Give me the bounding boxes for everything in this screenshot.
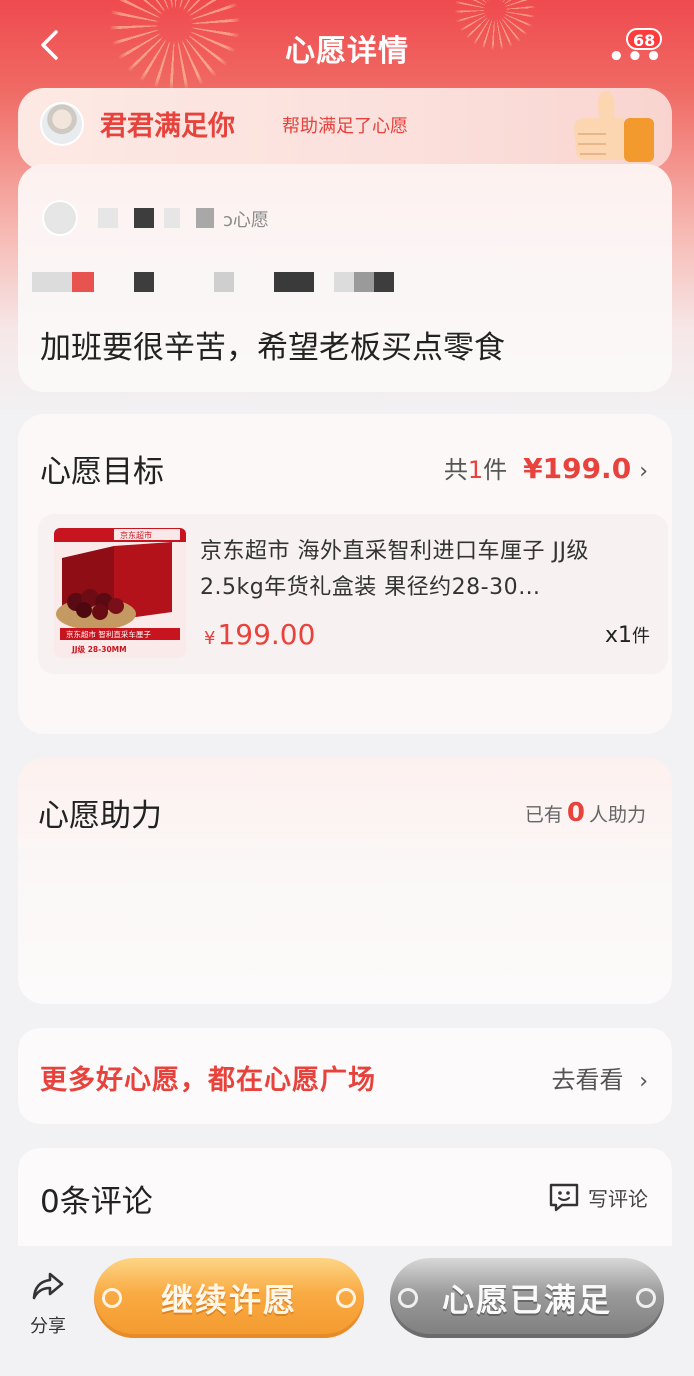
blurred-text — [134, 272, 154, 292]
currency-symbol: ¥ — [204, 628, 216, 649]
write-comment-button[interactable]: 写评论 — [548, 1182, 648, 1212]
support-title: 心愿助力 — [38, 798, 162, 834]
support-count-prefix: 已有 — [524, 804, 563, 826]
plaza-link-label: 去看看 — [551, 1066, 624, 1094]
share-icon — [32, 1272, 64, 1300]
goal-total-price: ¥199.0 — [523, 452, 632, 485]
blurred-name — [196, 208, 214, 228]
chevron-right-icon: › — [639, 1069, 648, 1094]
message-count-badge: 68 — [626, 28, 663, 50]
blurred-name — [164, 208, 180, 228]
wish-text: 加班要很辛苦，希望老板买点零食 — [40, 330, 505, 366]
blurred-text — [374, 272, 394, 292]
share-label: 分享 — [30, 1316, 66, 1337]
goal-summary[interactable]: 共1件 ¥199.0 › — [444, 450, 648, 485]
goal-count: 1 — [467, 456, 484, 484]
product-quantity: x1件 — [605, 622, 650, 648]
blurred-text — [72, 272, 94, 292]
comments-title: 0条评论 — [40, 1184, 153, 1220]
product-item[interactable]: 京东超市 京东超市 智利直采车厘子 JJ级 28-30MM 京东超市 海外直采智… — [38, 514, 668, 674]
support-count-value: 0 — [566, 798, 585, 828]
product-image-caption: 京东超市 智利直采车厘子 — [66, 629, 151, 639]
wish-support-card: 心愿助力 已有 0 人助力 — [18, 758, 672, 1004]
blurred-text — [32, 272, 72, 292]
thumbs-up-icon — [574, 91, 654, 162]
product-image: 京东超市 京东超市 智利直采车厘子 JJ级 28-30MM — [54, 528, 186, 658]
qty-value: 1 — [618, 623, 632, 648]
product-price-value: 199.00 — [217, 618, 316, 651]
blurred-text — [334, 272, 354, 292]
blurred-text — [354, 272, 374, 292]
chevron-right-icon: › — [639, 459, 648, 484]
helper-name[interactable]: 君君满足你 — [100, 104, 235, 143]
qty-unit: 件 — [632, 626, 650, 647]
blurred-text — [274, 272, 314, 292]
product-image-spec: JJ级 28-30MM — [71, 644, 127, 654]
wish-goal-card: 心愿目标 共1件 ¥199.0 › 京东超市 京东超市 智利直采车厘子 JJ级 … — [18, 414, 672, 734]
helper-avatar[interactable] — [40, 102, 84, 146]
product-price: ¥199.00 — [204, 618, 315, 651]
plaza-link[interactable]: 去看看 › — [552, 1060, 648, 1095]
share-button[interactable]: 分享 — [20, 1256, 76, 1340]
product-image-store-label: 京东超市 — [120, 530, 152, 540]
decor-knob — [336, 1288, 356, 1308]
bottom-action-bar: 分享 继续许愿 心愿已满足 — [0, 1246, 694, 1376]
support-count: 已有 0 人助力 — [525, 798, 646, 828]
qty-prefix: x — [604, 623, 618, 648]
goal-count-prefix: 共 — [443, 456, 468, 484]
top-bar: 心愿详情 ••• 68 — [0, 0, 694, 90]
helper-banner: 君君满足你 帮助满足了心愿 — [18, 88, 672, 170]
comment-icon — [549, 1183, 579, 1212]
wish-plaza-banner[interactable]: 更多好心愿，都在心愿广场 去看看 › — [18, 1028, 672, 1124]
product-name: 京东超市 海外直采智利进口车厘子 JJ级2.5kg年货礼盒装 果径约28-30… — [200, 539, 589, 600]
wish-fulfilled-label: 心愿已满足 — [441, 1281, 612, 1319]
support-count-suffix: 人助力 — [588, 804, 646, 826]
wish-owner-suffix: ɔ心愿 — [223, 210, 269, 231]
blurred-name — [134, 208, 154, 228]
write-comment-label: 写评论 — [588, 1186, 648, 1211]
plaza-text: 更多好心愿，都在心愿广场 — [40, 1065, 376, 1096]
goal-title: 心愿目标 — [40, 454, 164, 490]
wish-fulfilled-button[interactable]: 心愿已满足 — [390, 1258, 664, 1338]
blurred-name — [98, 208, 118, 228]
decor-knob — [102, 1288, 122, 1308]
comments-section: 0条评论 写评论 — [18, 1148, 672, 1248]
continue-wish-label: 继续许愿 — [160, 1281, 297, 1319]
helper-action-text: 帮助满足了心愿 — [282, 116, 408, 137]
decor-knob — [636, 1288, 656, 1308]
page-title: 心愿详情 — [285, 34, 409, 69]
more-button[interactable]: ••• 68 — [600, 28, 663, 72]
wish-card: ɔ心愿 加班要很辛苦，希望老板买点零食 — [18, 164, 672, 392]
wisher-avatar — [42, 200, 78, 236]
goal-count-unit: 件 — [483, 456, 508, 484]
continue-wish-button[interactable]: 继续许愿 — [94, 1258, 364, 1338]
decor-knob — [398, 1288, 418, 1308]
blurred-text — [214, 272, 234, 292]
